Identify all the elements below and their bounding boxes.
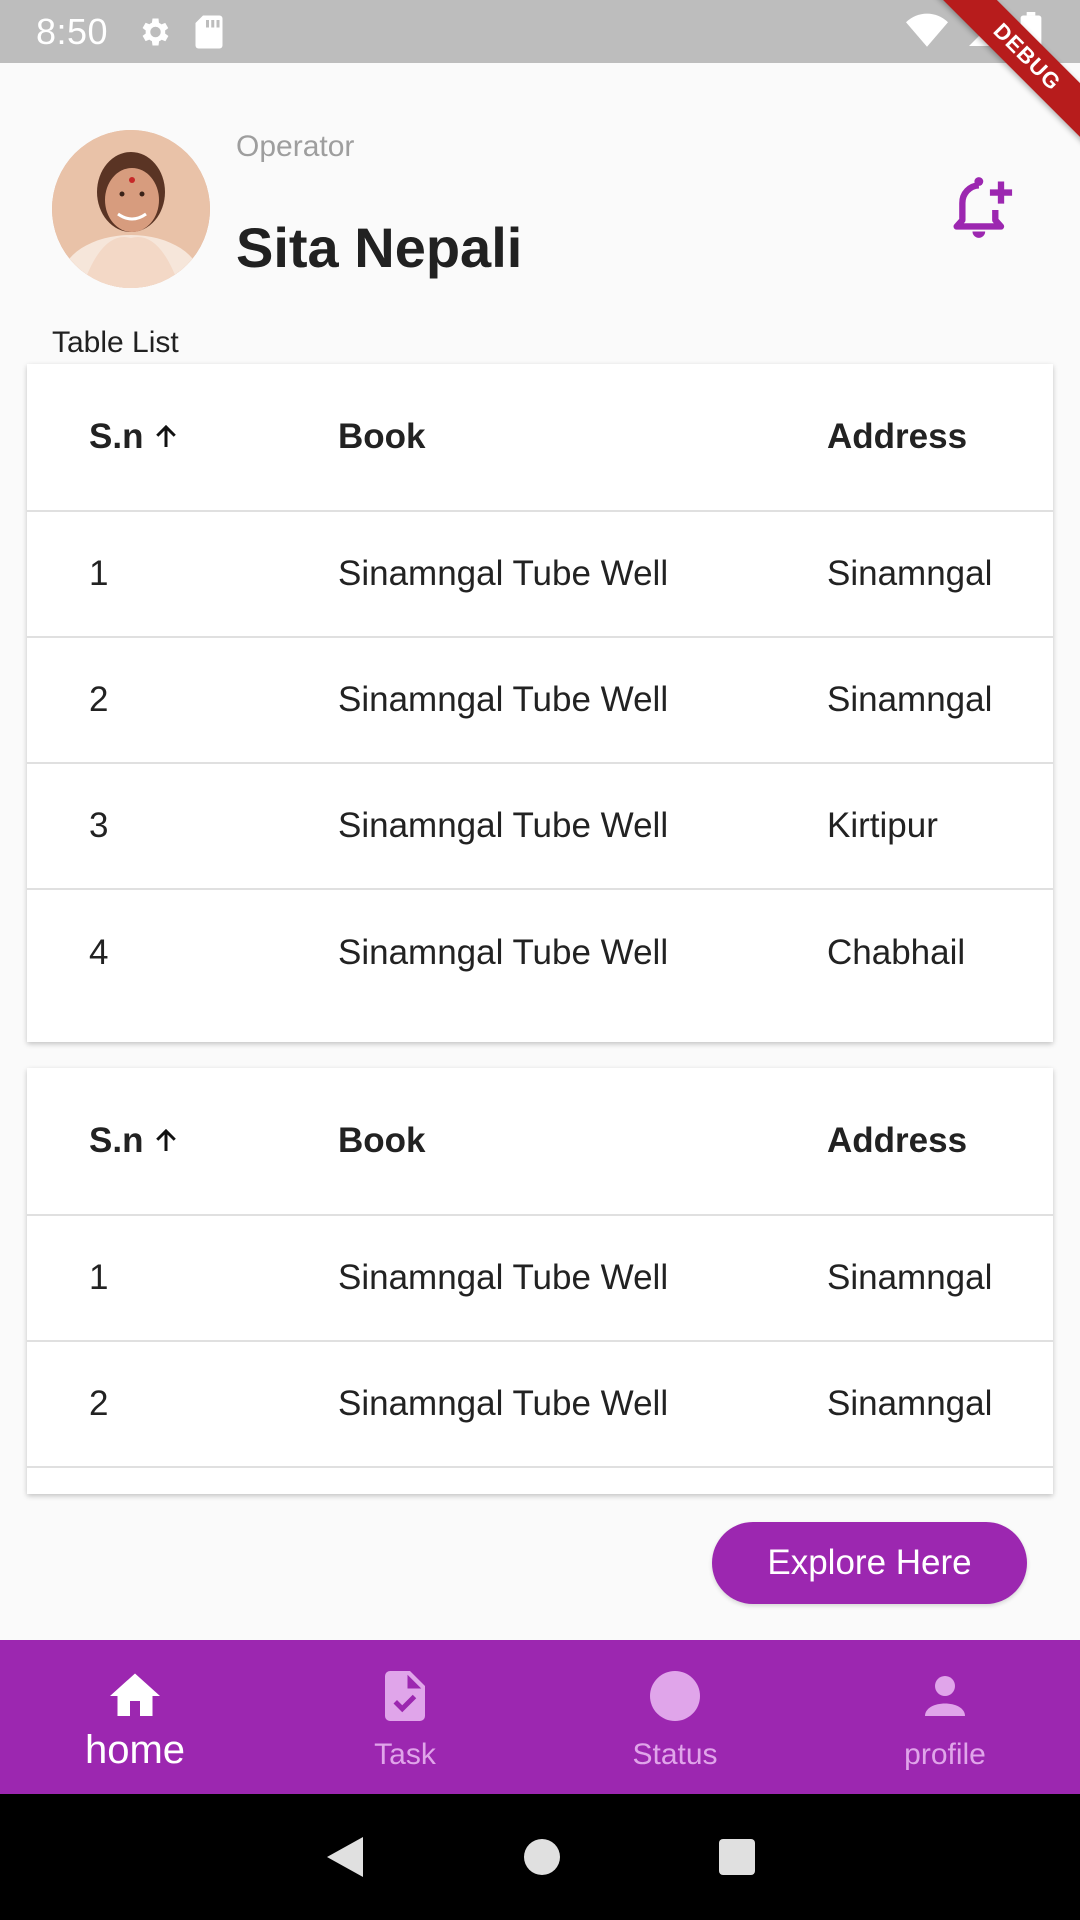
nav-label-status: Status — [632, 1738, 718, 1771]
table-header-row: S.n Book Address — [27, 364, 1053, 512]
task-icon — [385, 1671, 425, 1721]
explore-button[interactable]: Explore Here — [712, 1522, 1027, 1604]
user-role: Operator — [236, 130, 355, 163]
book-column-header: Book — [338, 1121, 426, 1160]
book-cell: Sinamngal Tube Well — [338, 1258, 669, 1297]
sn-cell: 3 — [89, 806, 109, 845]
status-time: 8:50 — [36, 10, 109, 52]
sort-ascending-icon — [156, 1128, 177, 1151]
bottom-navigation: home Task Status profile — [0, 1640, 1080, 1794]
nav-label-profile: profile — [904, 1738, 986, 1771]
status-bar: 8:50 — [0, 0, 1080, 63]
sn-header-label: S.n — [89, 1121, 144, 1160]
address-cell: Chabhail — [827, 933, 966, 972]
sn-cell: 2 — [89, 680, 109, 719]
sd-card-icon — [195, 15, 223, 48]
notification-add-icon — [953, 177, 1013, 238]
data-table: S.n Book Address 1 Sinamngal Tube Well S… — [27, 1068, 1053, 1494]
address-cell: Sinamngal — [827, 1258, 993, 1297]
sn-cell: 4 — [89, 933, 109, 972]
home-icon — [110, 1673, 160, 1716]
sn-cell: 1 — [89, 554, 109, 593]
address-column-header: Address — [827, 417, 968, 456]
address-cell: Sinamngal — [827, 1384, 993, 1423]
nav-label-home: home — [84, 1728, 186, 1772]
table-row[interactable]: 3 Sinamngal Tube Well Kirtipur — [27, 764, 1053, 890]
nav-label-task: Task — [374, 1738, 436, 1771]
table-header-row: S.n Book Address — [27, 1068, 1053, 1216]
table-row[interactable]: 1 Sinamngal Tube Well Sinamngal — [27, 1216, 1053, 1342]
home-circle-icon[interactable] — [522, 1837, 562, 1877]
book-cell: Sinamngal Tube Well — [338, 933, 669, 972]
address-cell: Kirtipur — [827, 806, 938, 845]
sort-ascending-icon — [156, 424, 177, 447]
table-row[interactable]: 2 Sinamngal Tube Well Sinamngal — [27, 1342, 1053, 1468]
add-notification-button[interactable] — [944, 172, 1020, 248]
table-row[interactable]: 1 Sinamngal Tube Well Sinamngal — [27, 512, 1053, 638]
status-icon — [650, 1671, 700, 1721]
book-cell: Sinamngal Tube Well — [338, 1384, 669, 1423]
address-column-header: Address — [827, 1121, 968, 1160]
book-cell: Sinamngal Tube Well — [338, 806, 669, 845]
book-column-header: Book — [338, 417, 426, 456]
recents-icon[interactable] — [717, 1837, 757, 1877]
user-name: Sita Nepali — [236, 216, 523, 279]
system-navigation-bar — [0, 1794, 1080, 1920]
nav-item-status[interactable]: Status — [540, 1640, 810, 1794]
profile-icon — [925, 1676, 965, 1716]
avatar-photo — [52, 130, 210, 288]
section-label: Table List — [52, 326, 179, 359]
data-table: S.n Book Address 1 Sinamngal Tube Well S… — [27, 364, 1053, 1042]
address-cell: Sinamngal — [827, 554, 993, 593]
sn-column-header[interactable]: S.n — [89, 417, 181, 457]
sn-header-label: S.n — [89, 417, 144, 456]
wifi-icon — [906, 13, 948, 47]
back-icon[interactable] — [323, 1833, 367, 1881]
address-cell: Sinamngal — [827, 680, 993, 719]
nav-item-home[interactable]: home — [0, 1640, 270, 1794]
sn-cell: 2 — [89, 1384, 109, 1423]
avatar[interactable] — [52, 130, 210, 288]
table-row[interactable]: 2 Sinamngal Tube Well Sinamngal — [27, 638, 1053, 764]
book-cell: Sinamngal Tube Well — [338, 554, 669, 593]
settings-icon — [142, 18, 169, 45]
app-screen: 8:50 DEBUG Operator Sita Nepali Table Li… — [0, 0, 1080, 1920]
table-row[interactable]: 4 Sinamngal Tube Well Chabhail — [27, 890, 1053, 1016]
nav-item-task[interactable]: Task — [270, 1640, 540, 1794]
book-cell: Sinamngal Tube Well — [338, 680, 669, 719]
sn-column-header[interactable]: S.n — [89, 1121, 181, 1161]
sn-cell: 1 — [89, 1258, 109, 1297]
nav-item-profile[interactable]: profile — [810, 1640, 1080, 1794]
